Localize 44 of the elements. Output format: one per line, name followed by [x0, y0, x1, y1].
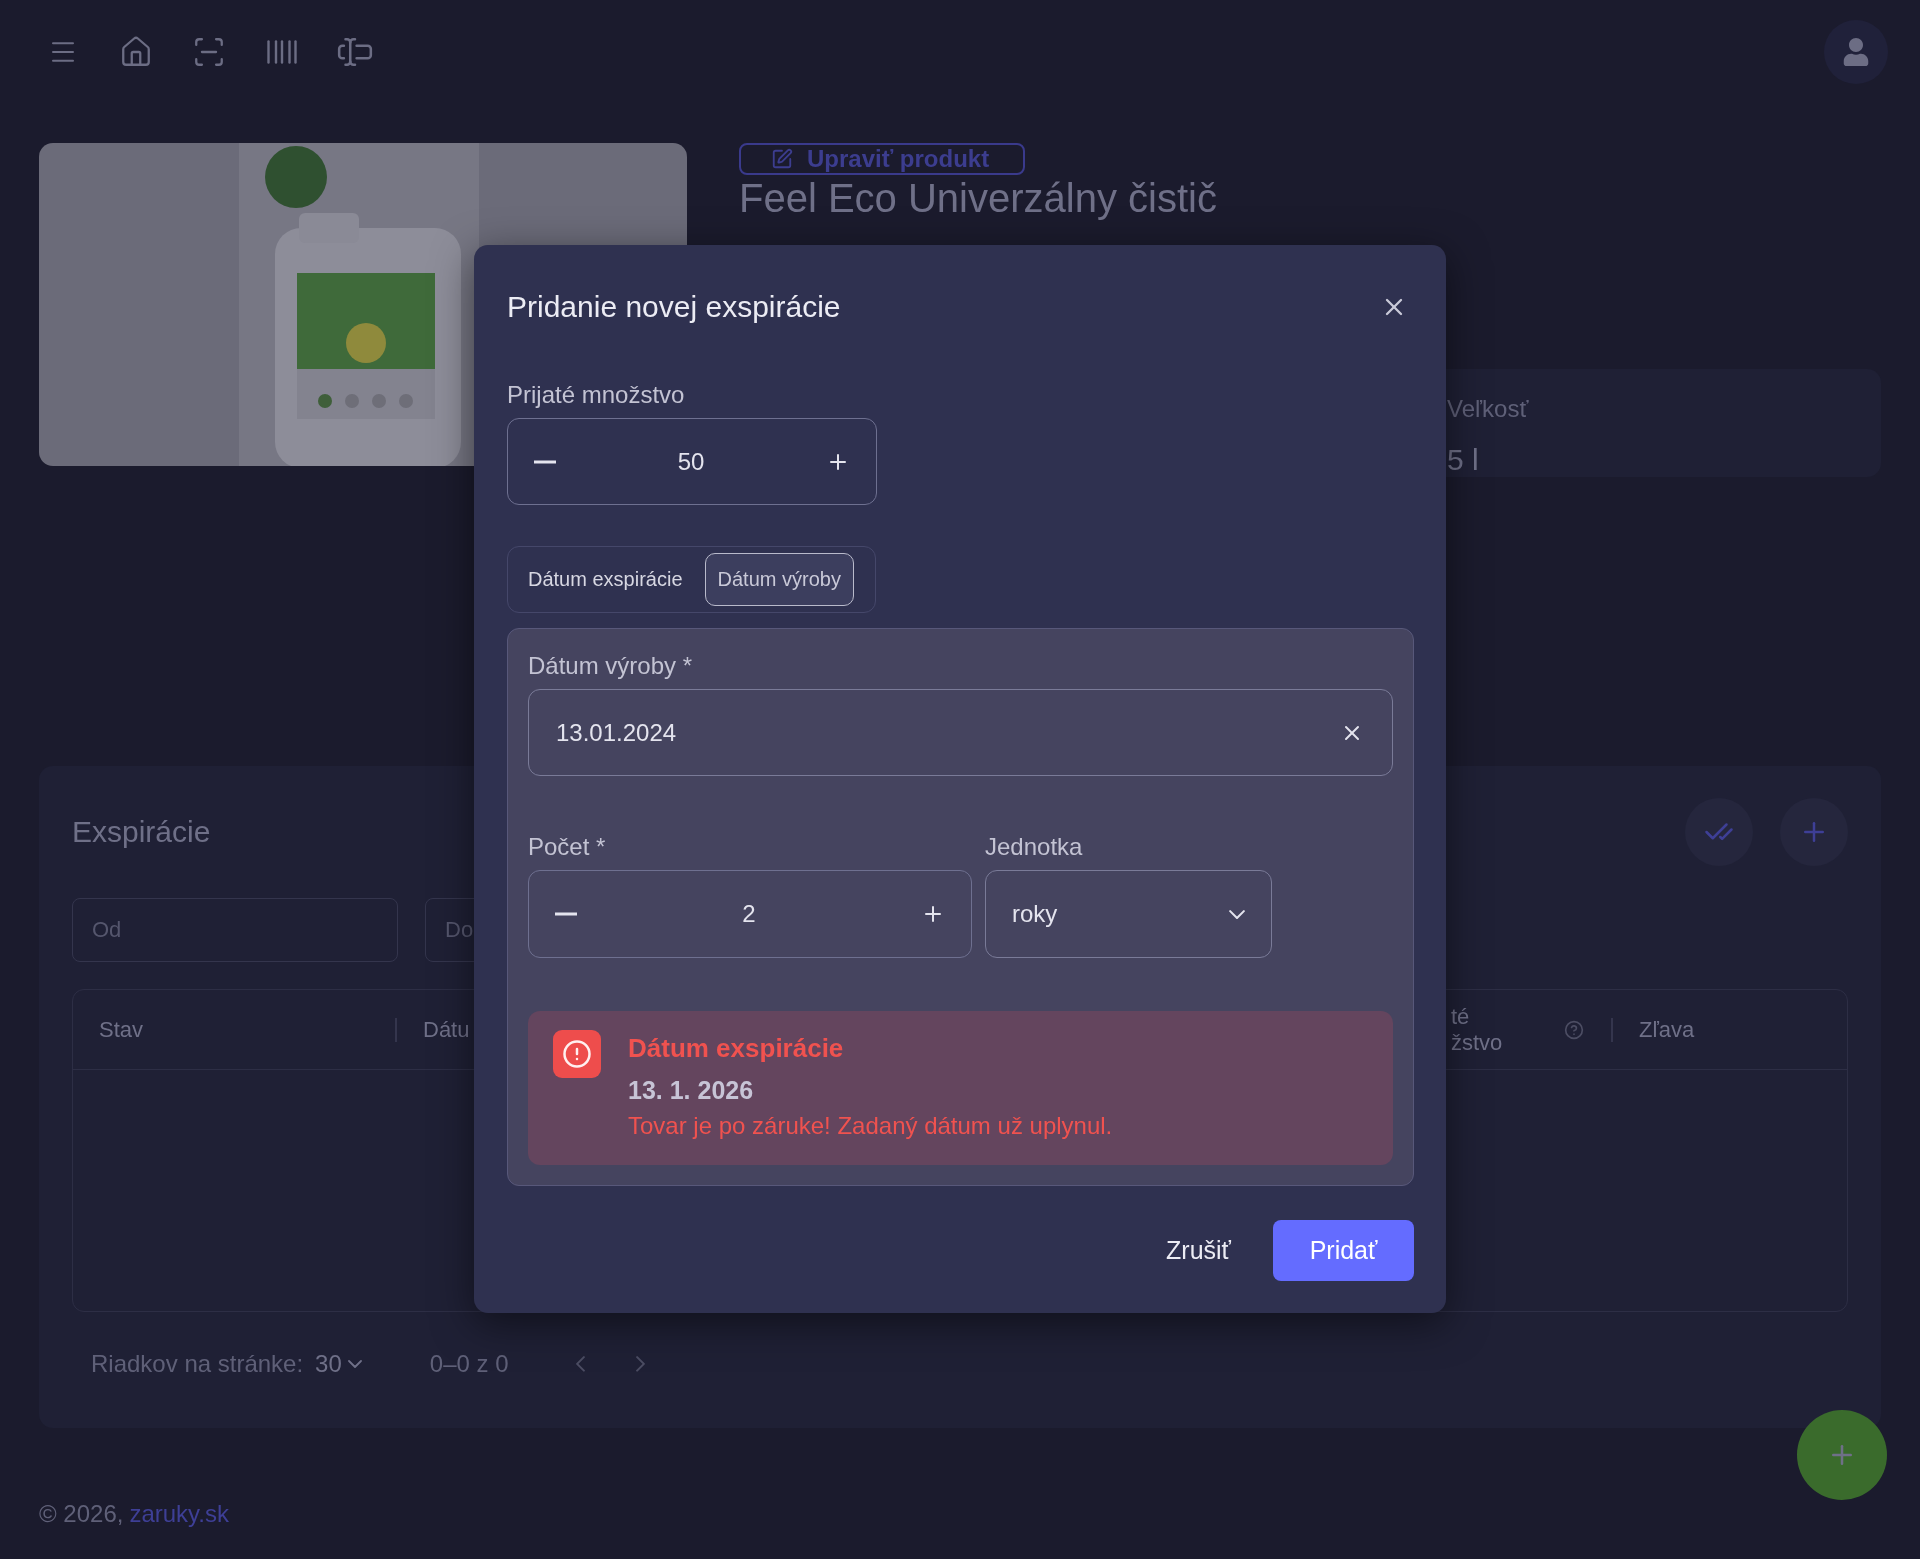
- alert-title: Dátum exspirácie: [628, 1032, 845, 1066]
- date-field[interactable]: 13.01.2024: [528, 689, 1393, 777]
- dialog-title: Pridanie novej exspirácie: [507, 289, 841, 324]
- toggle-option[interactable]: Dátum výroby: [704, 553, 854, 607]
- user-icon: [1842, 37, 1870, 66]
- edit-icon: [771, 148, 793, 170]
- column-header: Stav: [99, 1016, 144, 1043]
- chevron-down-icon: [1229, 909, 1245, 919]
- field-label: Počet *: [528, 832, 607, 863]
- column-header: Zľava: [1639, 1016, 1695, 1043]
- quantity-stepper[interactable]: 50: [507, 417, 877, 506]
- product-title: Feel Eco Univerzálny čistič: [739, 177, 1217, 219]
- help-circle-icon: [1564, 1019, 1584, 1040]
- chevron-down-icon: [347, 1360, 362, 1368]
- field-label: Prijaté množstvo: [507, 379, 686, 410]
- column-header: té žstvo: [1451, 1004, 1503, 1055]
- quantity-input[interactable]: 50: [562, 446, 820, 477]
- cancel-button[interactable]: Zrušiť: [1154, 1226, 1243, 1275]
- copyright-text: © 2026,: [39, 1500, 124, 1528]
- alert-date: 13. 1. 2026: [628, 1075, 755, 1107]
- field-label: Jednotka: [985, 832, 1084, 863]
- date-filter-field[interactable]: Od: [72, 898, 398, 962]
- chevron-left-icon: [575, 1356, 585, 1372]
- count-input[interactable]: 2: [583, 899, 915, 930]
- previous-page-button[interactable]: [575, 1356, 585, 1372]
- alert-message: Tovar je po záruke! Zadaný dátum už uplynul.: [628, 1111, 1113, 1142]
- field-label: Dátum výroby *: [528, 651, 694, 681]
- attribute-label: Veľkosť: [1447, 395, 1530, 423]
- minus-icon: [555, 912, 577, 917]
- chevron-right-icon: [635, 1356, 645, 1372]
- section-title: Exspirácie: [72, 815, 211, 849]
- unit-select[interactable]: roky: [985, 870, 1272, 959]
- minus-icon: [534, 459, 556, 464]
- attribute-value: 5 l: [1447, 443, 1480, 477]
- submit-button[interactable]: Pridať: [1273, 1220, 1414, 1281]
- rows-per-page-label: Riadkov na stránke:: [91, 1350, 304, 1378]
- count-stepper[interactable]: 2: [528, 870, 972, 959]
- column-header: Dátu: [423, 1016, 470, 1043]
- alert-circle-icon: [562, 1039, 592, 1070]
- next-page-button[interactable]: [635, 1356, 645, 1372]
- page-range: 0–0 z 0: [429, 1350, 509, 1378]
- toggle-option[interactable]: Dátum exspirácie: [514, 553, 697, 607]
- home-icon: [119, 34, 153, 69]
- date-input[interactable]: 13.01.2024: [554, 717, 1334, 748]
